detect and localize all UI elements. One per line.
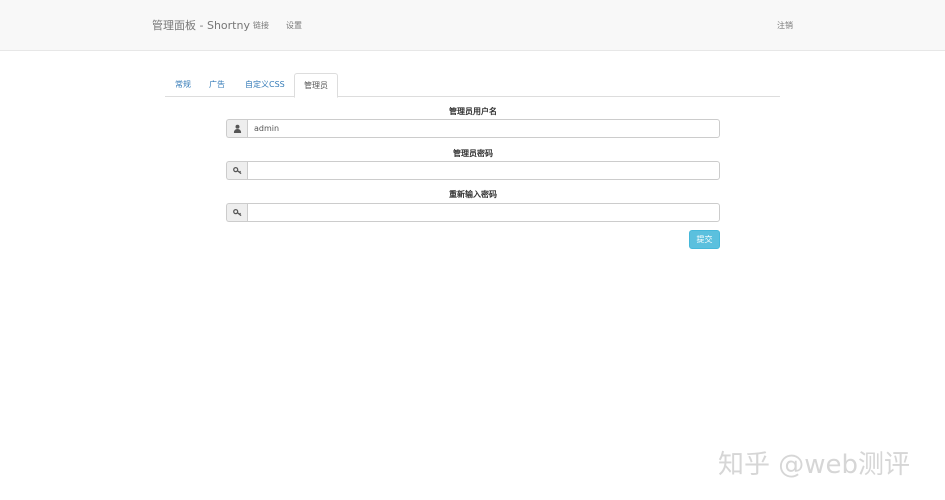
tab-admin[interactable]: 管理员 [294,73,338,98]
settings-tabs: 常规 广告 自定义CSS 管理员 [165,73,780,98]
tab-general[interactable]: 常规 [166,73,200,97]
password-group [226,161,720,180]
username-group [226,119,720,138]
nav-settings[interactable]: 设置 [286,20,302,31]
key-icon [226,203,247,222]
submit-button[interactable]: 提交 [689,230,720,249]
nav-links[interactable]: 链接 [253,20,269,31]
watermark: 知乎 @web测评 [718,450,911,480]
key-icon [226,161,247,180]
brand[interactable]: 管理面板 - Shortny [152,17,250,33]
user-icon [226,119,247,138]
navbar: 管理面板 - Shortny 链接 设置 注销 [0,0,945,51]
tab-ads[interactable]: 广告 [200,73,234,97]
username-label: 管理员用户名 [449,107,497,116]
logout-link[interactable]: 注销 [777,20,793,31]
confirm-label: 重新输入密码 [449,190,497,199]
confirm-group [226,203,720,222]
password-input[interactable] [247,161,720,180]
username-input[interactable] [247,119,720,138]
tab-custom-css[interactable]: 自定义CSS [236,73,294,97]
password-label: 管理员密码 [453,149,493,158]
confirm-password-input[interactable] [247,203,720,222]
